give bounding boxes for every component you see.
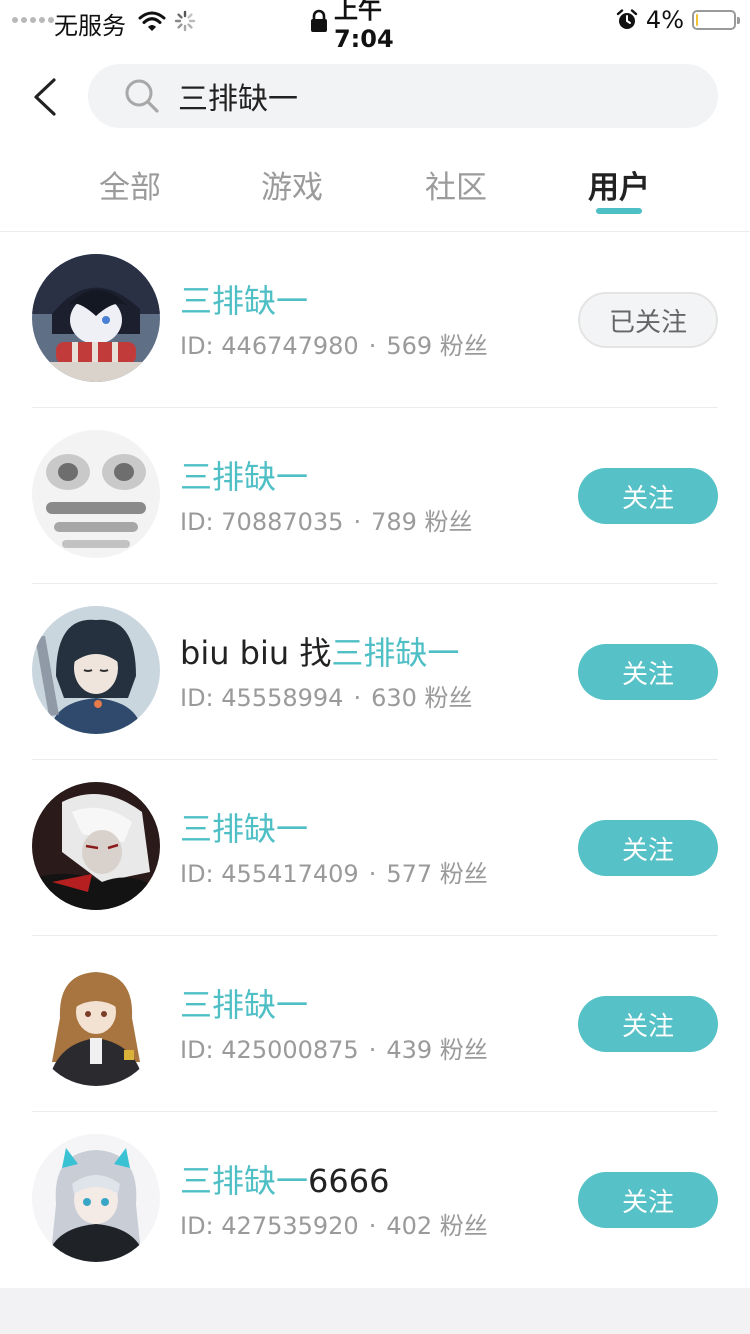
user-name[interactable]: 三排缺一 <box>180 276 308 322</box>
user-id: ID: 45558994 <box>180 684 344 712</box>
list-item[interactable]: 三排缺一 ID: 455417409 · 577 粉丝 关注 <box>0 760 750 936</box>
magnifier-icon <box>125 79 159 113</box>
list-item[interactable]: biu biu 找三排缺一 ID: 45558994 · 630 粉丝 关注 <box>0 584 750 760</box>
list-item[interactable]: 三排缺一 ID: 446747980 · 569 粉丝 已关注 <box>0 232 750 408</box>
follow-button[interactable]: 关注 <box>578 468 718 524</box>
loading-icon <box>174 10 196 32</box>
follow-button[interactable]: 关注 <box>578 644 718 700</box>
search-bar[interactable] <box>88 64 718 128</box>
signal-dots-icon <box>12 17 54 23</box>
follow-button[interactable]: 关注 <box>578 820 718 876</box>
meta-separator: · <box>353 684 362 712</box>
search-input[interactable] <box>178 78 658 114</box>
carrier-label: 无服务 <box>54 12 126 40</box>
user-meta: ID: 427535920 · 402 粉丝 <box>180 1206 488 1241</box>
list-item[interactable]: 三排缺一 ID: 70887035 · 789 粉丝 关注 <box>0 408 750 584</box>
user-name[interactable]: 三排缺一6666 <box>180 1156 389 1202</box>
meta-separator: · <box>368 1036 377 1064</box>
battery-fill <box>696 14 698 26</box>
chevron-left-icon[interactable] <box>26 74 66 120</box>
user-name[interactable]: 三排缺一 <box>180 452 308 498</box>
avatar[interactable] <box>32 1134 160 1262</box>
user-id: ID: 455417409 <box>180 860 359 888</box>
status-time: 上午 7:04 <box>333 0 394 53</box>
avatar[interactable] <box>32 430 160 558</box>
tab-all[interactable]: 全部 <box>70 162 190 207</box>
list-item[interactable]: 三排缺一6666 ID: 427535920 · 402 粉丝 关注 <box>0 1112 750 1288</box>
user-meta: ID: 425000875 · 439 粉丝 <box>180 1030 488 1065</box>
user-meta: ID: 70887035 · 789 粉丝 <box>180 502 473 537</box>
user-name[interactable]: 三排缺一 <box>180 804 308 850</box>
tab-users[interactable]: 用户 <box>559 162 679 207</box>
tab-community[interactable]: 社区 <box>396 162 516 207</box>
user-id: ID: 425000875 <box>180 1036 359 1064</box>
user-meta: ID: 45558994 · 630 粉丝 <box>180 678 473 713</box>
fans-count: 630 粉丝 <box>371 684 473 712</box>
avatar[interactable] <box>32 254 160 382</box>
category-tabs: 全部 游戏 社区 用户 <box>0 150 750 230</box>
list-item[interactable]: 三排缺一 ID: 425000875 · 439 粉丝 关注 <box>0 936 750 1112</box>
user-meta: ID: 446747980 · 569 粉丝 <box>180 326 488 361</box>
user-id: ID: 70887035 <box>180 508 344 536</box>
battery-icon <box>692 10 740 30</box>
user-name[interactable]: 三排缺一 <box>180 980 308 1026</box>
meta-separator: · <box>368 1212 377 1240</box>
user-name[interactable]: biu biu 找三排缺一 <box>180 628 459 674</box>
fans-count: 789 粉丝 <box>371 508 473 536</box>
user-id: ID: 427535920 <box>180 1212 359 1240</box>
avatar[interactable] <box>32 782 160 910</box>
status-bar: 无服务 上午 7:04 4% <box>0 0 750 53</box>
lock-icon <box>310 9 327 32</box>
fans-count: 402 粉丝 <box>386 1212 488 1240</box>
meta-separator: · <box>368 332 377 360</box>
fans-count: 577 粉丝 <box>386 860 488 888</box>
alarm-icon <box>616 9 638 29</box>
meta-separator: · <box>368 860 377 888</box>
follow-button[interactable]: 关注 <box>578 996 718 1052</box>
avatar[interactable] <box>32 606 160 734</box>
user-meta: ID: 455417409 · 577 粉丝 <box>180 854 488 889</box>
avatar[interactable] <box>32 958 160 1086</box>
wifi-icon <box>138 11 166 31</box>
meta-separator: · <box>353 508 362 536</box>
tab-games[interactable]: 游戏 <box>232 162 352 207</box>
tab-active-indicator <box>596 208 642 214</box>
fans-count: 569 粉丝 <box>386 332 488 360</box>
fans-count: 439 粉丝 <box>386 1036 488 1064</box>
user-id: ID: 446747980 <box>180 332 359 360</box>
follow-button[interactable]: 关注 <box>578 1172 718 1228</box>
battery-percent: 4% <box>645 6 684 34</box>
followed-button[interactable]: 已关注 <box>578 292 718 348</box>
bottom-background <box>0 1288 750 1334</box>
